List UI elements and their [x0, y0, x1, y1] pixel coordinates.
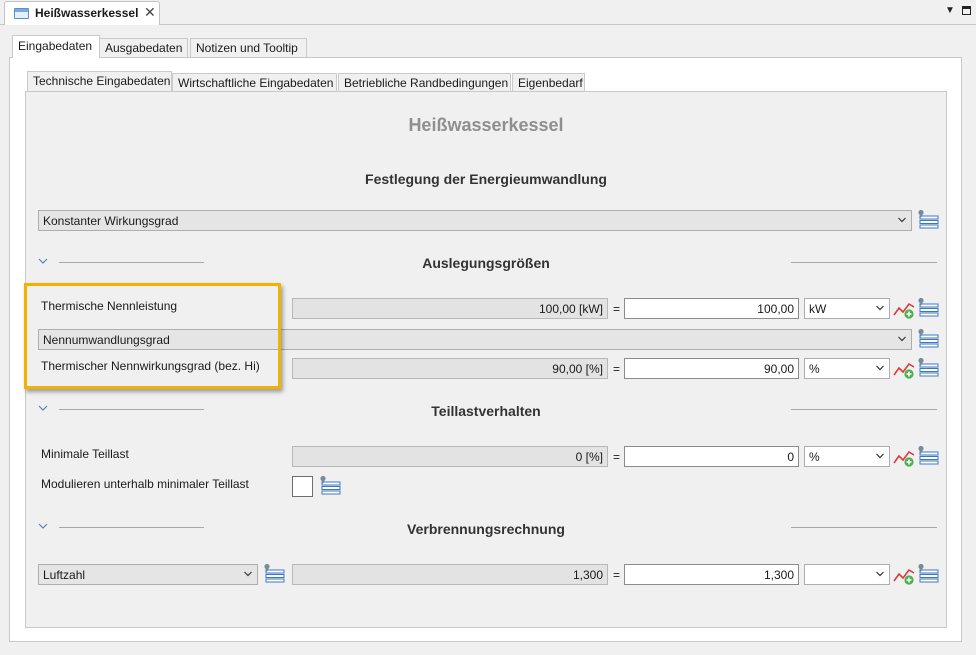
list-settings-icon[interactable]	[915, 209, 939, 229]
main-title: Heißwasserkessel	[408, 115, 564, 135]
air-ratio-unit-select[interactable]	[804, 564, 890, 585]
add-curve-icon[interactable]	[893, 300, 915, 320]
equals-sign: =	[613, 362, 621, 376]
close-icon[interactable]: ✕	[144, 4, 156, 21]
thermal-power-unit-select[interactable]: kW	[804, 298, 890, 319]
tab-wirtschaftliche-eingabedaten[interactable]: Wirtschaftliche Eingabedaten	[172, 73, 337, 91]
editor-tab[interactable]: Heißwasserkessel ✕	[4, 1, 160, 25]
list-settings-icon[interactable]	[915, 357, 939, 377]
list-settings-icon[interactable]	[261, 563, 285, 583]
add-curve-icon[interactable]	[893, 448, 915, 468]
efficiency-display: 90,00 [%]	[292, 358, 608, 379]
equals-sign: =	[613, 302, 621, 316]
add-curve-icon[interactable]	[893, 360, 915, 380]
list-settings-icon[interactable]	[915, 328, 939, 348]
thermal-power-display: 100,00 [kW]	[292, 298, 608, 319]
air-ratio-display: 1,300	[292, 564, 608, 585]
efficiency-label: Thermischer Nennwirkungsgrad (bez. Hi)	[41, 359, 260, 373]
min-partload-display: 0 [%]	[292, 446, 608, 467]
modulate-label: Modulieren unterhalb minimaler Teillast	[41, 477, 249, 491]
modulate-checkbox[interactable]	[292, 476, 313, 497]
divider	[791, 262, 937, 263]
chevron-down-icon	[875, 569, 885, 579]
conversion-mode-select[interactable]: Nennumwandlungsgrad	[38, 329, 912, 350]
tab-betriebliche-randbedingungen[interactable]: Betriebliche Randbedingungen	[338, 73, 511, 91]
divider	[791, 527, 937, 528]
chevron-down-icon	[875, 363, 885, 373]
list-settings-icon[interactable]	[915, 297, 939, 317]
section-energy-heading: Festlegung der Energieumwandlung	[365, 171, 607, 187]
tab-notizen[interactable]: Notizen und Tooltip	[190, 38, 307, 57]
list-settings-icon[interactable]	[317, 475, 341, 495]
energy-mode-select[interactable]: Konstanter Wirkungsgrad	[38, 210, 912, 231]
divider	[791, 409, 937, 410]
add-curve-icon[interactable]	[893, 566, 915, 586]
tab-ausgabedaten[interactable]: Ausgabedaten	[99, 38, 188, 57]
thermal-power-unit: kW	[809, 302, 827, 316]
min-partload-unit: %	[809, 450, 820, 464]
section-combustion-heading: Verbrennungsrechnung	[407, 521, 565, 537]
min-partload-label: Minimale Teillast	[41, 447, 129, 461]
document-icon	[14, 8, 29, 19]
maximize-icon[interactable]	[962, 6, 971, 15]
efficiency-unit: %	[809, 362, 820, 376]
efficiency-unit-select[interactable]: %	[804, 358, 890, 379]
chevron-down-icon	[875, 451, 885, 461]
efficiency-input[interactable]: 90,00	[624, 358, 799, 379]
chevron-down-icon	[897, 215, 907, 225]
energy-mode-value: Konstanter Wirkungsgrad	[43, 214, 179, 228]
air-ratio-label: Luftzahl	[43, 568, 86, 582]
editor-tab-title: Heißwasserkessel	[35, 6, 139, 20]
air-ratio-input[interactable]: 1,300	[624, 564, 799, 585]
equals-sign: =	[613, 568, 621, 582]
air-ratio-select[interactable]: Luftzahl	[38, 564, 258, 585]
tab-eingabedaten[interactable]: Eingabedaten	[12, 35, 100, 58]
min-partload-unit-select[interactable]: %	[804, 446, 890, 467]
conversion-mode-value: Nennumwandlungsgrad	[43, 333, 170, 347]
section-design-heading: Auslegungsgrößen	[422, 255, 550, 271]
list-settings-icon[interactable]	[915, 563, 939, 583]
thermal-power-input[interactable]: 100,00	[624, 298, 799, 319]
min-partload-input[interactable]: 0	[624, 446, 799, 467]
tab-technische-eingabedaten[interactable]: Technische Eingabedaten	[27, 71, 172, 91]
equals-sign: =	[613, 450, 621, 464]
list-settings-icon[interactable]	[915, 445, 939, 465]
section-partload-heading: Teillastverhalten	[431, 403, 541, 419]
chevron-down-icon	[875, 303, 885, 313]
thermal-power-label: Thermische Nennleistung	[41, 299, 178, 313]
chevron-down-icon	[897, 334, 907, 344]
chevron-down-icon	[243, 569, 253, 579]
view-menu-icon[interactable]: ▼	[945, 5, 955, 16]
tab-eigenbedarf[interactable]: Eigenbedarf	[512, 73, 585, 91]
